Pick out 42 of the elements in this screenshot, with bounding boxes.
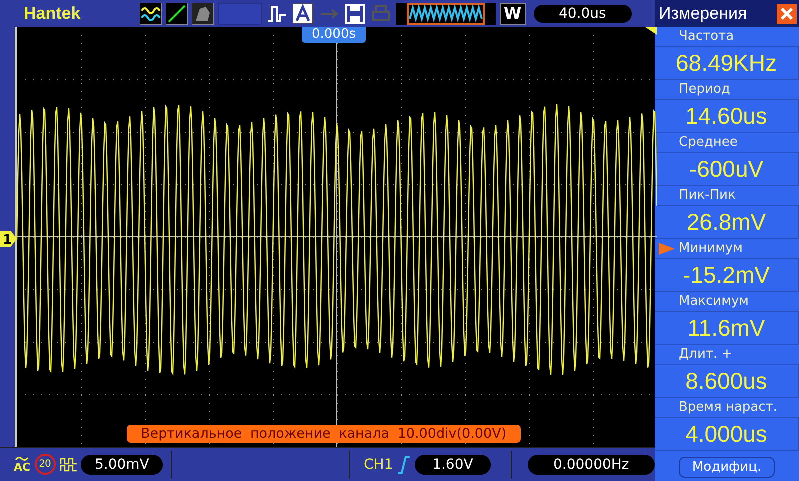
measurement-value: 4.000us [655, 417, 799, 451]
measurement-value: 11.6mV [655, 311, 799, 345]
modify-button[interactable]: Модифиц. [679, 457, 775, 478]
measurement-value: 68.49KHz [655, 46, 799, 80]
waveform-icon[interactable] [140, 2, 162, 24]
waveform-overview[interactable] [396, 2, 496, 24]
rising-edge-icon [397, 456, 412, 474]
line-icon[interactable] [166, 2, 188, 24]
measurement-value: 8.600us [655, 364, 799, 398]
measurement-value: 26.8mV [655, 205, 799, 239]
coupling-indicator: AC [14, 456, 31, 473]
measurement-label[interactable]: Время нараст. [655, 398, 799, 417]
bandwidth-limit-badge: 20 [34, 454, 56, 475]
close-icon[interactable] [777, 4, 797, 24]
trigger-source-label: CH1 [364, 456, 394, 472]
timebase-value[interactable]: 40.0us [534, 4, 632, 22]
measurement-label[interactable]: Минимум [655, 239, 799, 258]
status-message: Вертикальное положение канала 10.00div(0.00V) [127, 425, 521, 443]
measurement-value: -15.2mV [655, 258, 799, 292]
selection-arrow-icon [659, 242, 675, 254]
measurement-label[interactable]: Максимум [655, 292, 799, 311]
measurement-label[interactable]: Период [655, 80, 799, 99]
persistence-icon[interactable] [192, 2, 214, 24]
auto-icon[interactable] [292, 2, 314, 24]
brand-logo: Hantek [23, 4, 82, 24]
trigger-position-marker[interactable]: 0.000s [302, 27, 366, 43]
run-mode-label[interactable]: W [500, 2, 526, 24]
status-box [218, 2, 262, 24]
measurement-label[interactable]: Частота [655, 27, 799, 46]
trigger-frequency-value: 0.00000Hz [528, 454, 656, 474]
measurement-label[interactable]: Пик-Пик [655, 186, 799, 205]
channel-marker[interactable]: 1 [0, 231, 17, 247]
measurement-value: -600uV [655, 152, 799, 186]
save-icon[interactable] [344, 2, 366, 24]
trigger-level-value[interactable]: 1.60V [415, 454, 491, 474]
measurement-label[interactable]: Среднее [655, 133, 799, 152]
corner-marker-icon [645, 27, 657, 35]
measurement-value: 14.60us [655, 99, 799, 133]
measurement-label[interactable]: Длит. + [655, 345, 799, 364]
invert-icon [60, 456, 78, 472]
volts-per-div-value[interactable]: 5.00mV [81, 454, 163, 474]
panel-title: Измерения [659, 4, 748, 24]
